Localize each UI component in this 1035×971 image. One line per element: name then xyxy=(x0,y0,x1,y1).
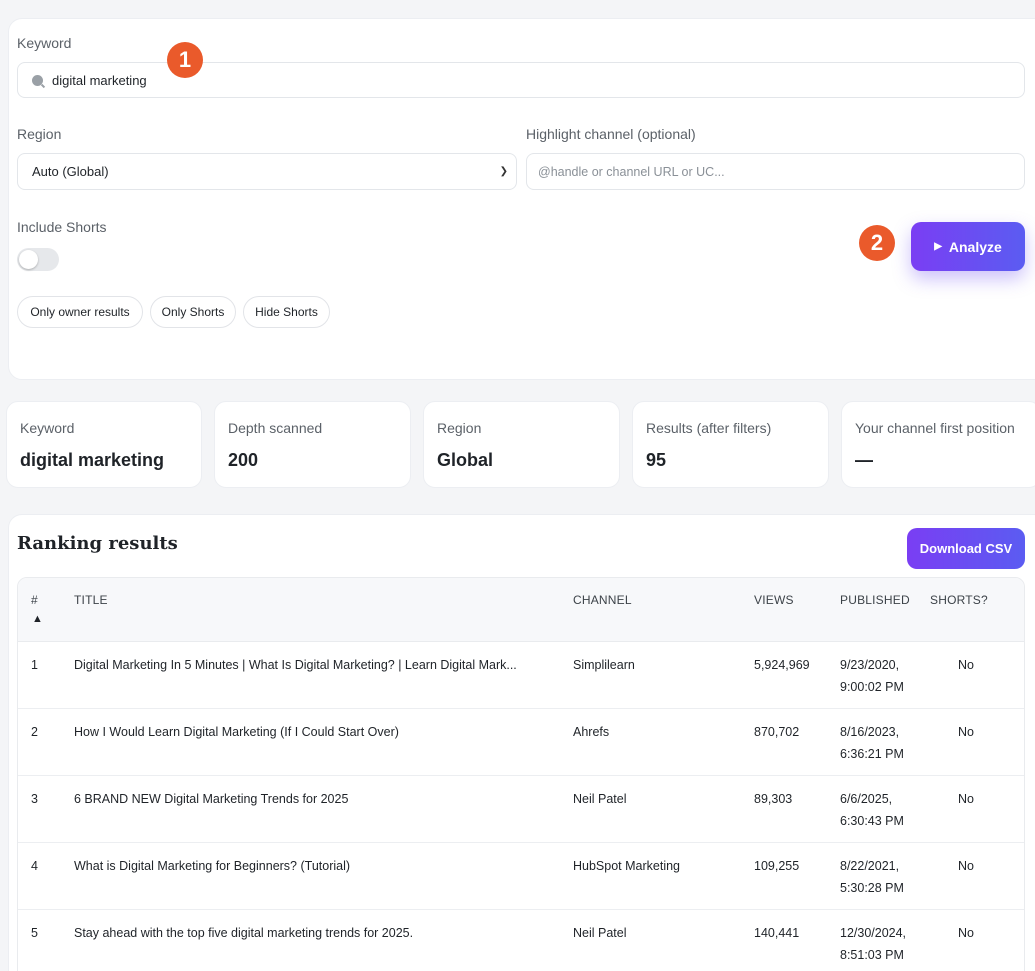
region-select[interactable]: Auto (Global) ❯ xyxy=(17,153,517,190)
filter-only-shorts-button[interactable]: Only Shorts xyxy=(150,296,236,328)
search-icon xyxy=(32,74,43,86)
cell-published-time: 8:51:03 PM xyxy=(840,948,904,962)
highlight-channel-input[interactable]: @handle or channel URL or UC... xyxy=(526,153,1025,190)
cell-shorts: No xyxy=(958,658,974,672)
include-shorts-label: Include Shorts xyxy=(17,219,107,235)
table-row[interactable]: 3 6 BRAND NEW Digital Marketing Trends f… xyxy=(18,776,1024,843)
cell-rank: 5 xyxy=(31,926,38,940)
filter-hide-shorts-button[interactable]: Hide Shorts xyxy=(243,296,330,328)
stat-card-results: Results (after filters) 95 xyxy=(632,401,829,488)
table-row[interactable]: 5 Stay ahead with the top five digital m… xyxy=(18,910,1024,971)
column-header-published[interactable]: PUBLISHED xyxy=(840,593,910,607)
cell-views: 870,702 xyxy=(754,725,800,739)
toggle-knob xyxy=(19,250,38,269)
cell-rank: 1 xyxy=(31,658,38,672)
stat-card-keyword: Keyword digital marketing xyxy=(6,401,202,488)
cell-views: 89,303 xyxy=(754,792,793,806)
cell-published-time: 9:00:02 PM xyxy=(840,680,904,694)
column-header-rank[interactable]: # xyxy=(31,593,38,607)
table-row[interactable]: 4 What is Digital Marketing for Beginner… xyxy=(18,843,1024,910)
cell-published-date: 12/30/2024, xyxy=(840,926,907,940)
results-title: Ranking results xyxy=(17,533,178,554)
stat-value: digital marketing xyxy=(20,450,165,470)
cell-views: 109,255 xyxy=(754,859,800,873)
cell-published-time: 6:30:43 PM xyxy=(840,814,904,828)
region-select-value: Auto (Global) xyxy=(32,164,109,179)
cell-shorts: No xyxy=(958,926,974,940)
cell-title[interactable]: How I Would Learn Digital Marketing (If … xyxy=(74,721,399,743)
cell-channel[interactable]: Neil Patel xyxy=(573,922,627,944)
highlight-channel-placeholder: @handle or channel URL or UC... xyxy=(538,164,725,179)
keyword-input-value: digital marketing xyxy=(52,72,147,88)
cell-published-time: 5:30:28 PM xyxy=(840,881,904,895)
cell-shorts: No xyxy=(958,859,974,873)
table-row[interactable]: 1 Digital Marketing In 5 Minutes | What … xyxy=(18,642,1024,709)
annotation-badge-1: 1 xyxy=(167,42,203,78)
stat-card-channel-position: Your channel first position — xyxy=(841,401,1035,488)
cell-rank: 4 xyxy=(31,859,38,873)
annotation-badge-2: 2 xyxy=(859,225,895,261)
cell-channel[interactable]: Ahrefs xyxy=(573,721,609,743)
cell-views: 5,924,969 xyxy=(754,658,810,672)
include-shorts-toggle[interactable] xyxy=(17,248,59,271)
cell-title[interactable]: What is Digital Marketing for Beginners?… xyxy=(74,855,350,877)
keyword-label: Keyword xyxy=(17,35,72,51)
stat-label: Depth scanned xyxy=(228,420,323,436)
cell-published-date: 6/6/2025, xyxy=(840,792,893,806)
column-header-channel[interactable]: CHANNEL xyxy=(573,593,632,607)
stat-card-region: Region Global xyxy=(423,401,620,488)
cell-rank: 2 xyxy=(31,725,38,739)
analyze-button-label: Analyze xyxy=(948,238,1002,255)
cell-title[interactable]: Stay ahead with the top five digital mar… xyxy=(74,922,413,944)
play-icon: ▶ xyxy=(934,241,942,252)
cell-channel[interactable]: Neil Patel xyxy=(573,788,627,810)
region-label: Region xyxy=(17,126,62,142)
cell-published-date: 8/16/2023, xyxy=(840,725,900,739)
stat-label: Your channel first position xyxy=(855,420,1015,436)
cell-published-date: 9/23/2020, xyxy=(840,658,900,672)
column-header-title[interactable]: TITLE xyxy=(74,593,108,607)
results-table: # ▲ TITLE CHANNEL VIEWS PUBLISHED SHORTS… xyxy=(17,577,1025,971)
table-header: # ▲ TITLE CHANNEL VIEWS PUBLISHED SHORTS… xyxy=(18,578,1024,642)
sort-ascending-icon[interactable]: ▲ xyxy=(32,613,43,625)
stat-value: 95 xyxy=(646,450,667,470)
stat-value: — xyxy=(855,450,873,470)
analyze-button[interactable]: ▶ Analyze xyxy=(911,222,1025,271)
cell-channel[interactable]: HubSpot Marketing xyxy=(573,855,680,877)
stat-card-depth: Depth scanned 200 xyxy=(214,401,411,488)
filter-only-owner-button[interactable]: Only owner results xyxy=(17,296,143,328)
highlight-channel-label: Highlight channel (optional) xyxy=(526,126,696,142)
column-header-views[interactable]: VIEWS xyxy=(754,593,794,607)
download-csv-button[interactable]: Download CSV xyxy=(907,528,1025,569)
cell-channel[interactable]: Simplilearn xyxy=(573,654,635,676)
column-header-shorts[interactable]: SHORTS? xyxy=(930,593,988,607)
chevron-down-icon: ❯ xyxy=(499,166,508,177)
cell-rank: 3 xyxy=(31,792,38,806)
cell-title[interactable]: Digital Marketing In 5 Minutes | What Is… xyxy=(74,654,517,676)
cell-title[interactable]: 6 BRAND NEW Digital Marketing Trends for… xyxy=(74,788,348,810)
stat-value: 200 xyxy=(228,450,259,470)
stat-label: Results (after filters) xyxy=(646,420,772,436)
cell-published-date: 8/22/2021, xyxy=(840,859,900,873)
cell-views: 140,441 xyxy=(754,926,800,940)
cell-shorts: No xyxy=(958,792,974,806)
stat-value: Global xyxy=(437,450,494,470)
stat-label: Region xyxy=(437,420,482,436)
stat-label: Keyword xyxy=(20,420,75,436)
cell-shorts: No xyxy=(958,725,974,739)
cell-published-time: 6:36:21 PM xyxy=(840,747,904,761)
table-row[interactable]: 2 How I Would Learn Digital Marketing (I… xyxy=(18,709,1024,776)
